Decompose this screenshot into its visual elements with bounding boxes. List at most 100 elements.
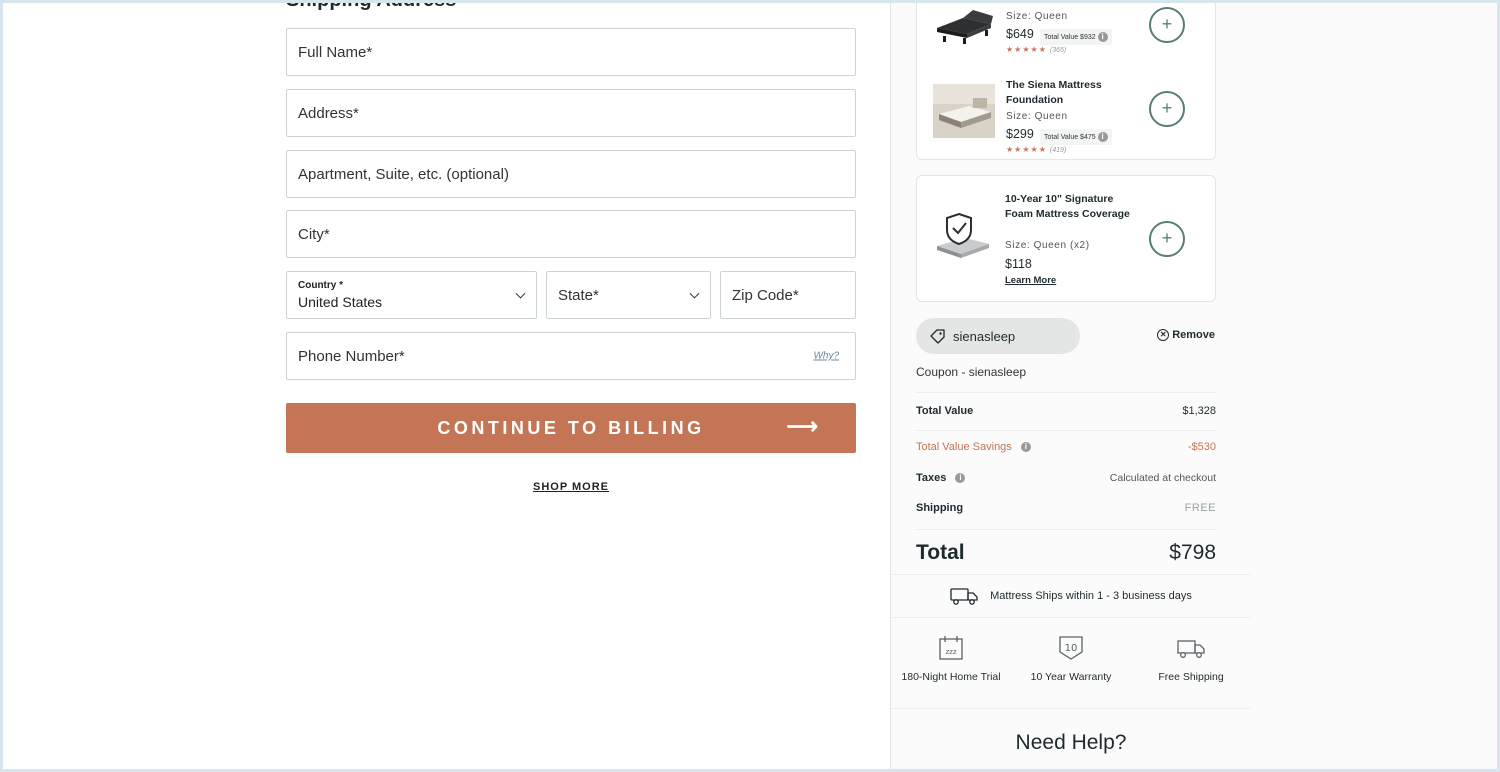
shipping-address-heading: Shipping Address [286,3,456,12]
item-price: $299 [1006,127,1034,141]
home-trial-badge: zzz 180-Night Home Trial [896,635,1006,683]
item-price: $649 [1006,27,1034,41]
taxes-value: Calculated at checkout [1109,472,1216,484]
divider [891,708,1251,709]
review-count: (419) [1049,147,1067,154]
item-rating: ★★★★★ (365) [1006,45,1066,54]
taxes-label-wrap: Taxes i [916,472,966,484]
plus-icon: + [1161,228,1173,248]
item-name: The Siena Mattress Foundation [1006,79,1102,106]
item-size: Size: Queen [1006,111,1068,122]
full-name-field[interactable]: Full Name* [286,28,856,76]
total-label: Total [916,541,965,564]
truck-icon [950,588,978,605]
svg-text:10: 10 [1065,643,1078,654]
star-rating: ★★★★★ [1006,145,1047,154]
state-select[interactable]: State* [546,271,711,319]
adjustable-base-image [933,3,995,56]
savings-row: Total Value Savings i -$530 [916,441,1216,453]
review-count: (365) [1049,47,1067,54]
coupon-code: sienasleep [953,328,1016,344]
truck-icon [1177,640,1205,658]
calendar-zzz-icon: zzz [939,636,963,660]
tag-icon [930,328,945,344]
country-select[interactable]: Country * United States [286,271,537,319]
phone-placeholder: Phone Number* [298,347,405,365]
shipping-note-text: Mattress Ships within 1 - 3 business day… [990,590,1192,602]
taxes-label: Taxes [916,472,947,484]
add-adjustable-base-button[interactable]: + [1149,7,1185,43]
checkout-window: Shipping Address Full Name* Address* Apa… [3,3,1497,769]
apartment-placeholder: Apartment, Suite, etc. (optional) [298,165,509,183]
apartment-field[interactable]: Apartment, Suite, etc. (optional) [286,150,856,198]
badge-label: 10 Year Warranty [1030,671,1112,683]
savings-label: Total Value Savings [916,441,1012,453]
info-icon[interactable]: i [1020,442,1031,453]
coverage-shield-icon [935,212,991,267]
shipping-label: Shipping [916,502,964,514]
divider [916,529,1216,530]
full-name-placeholder: Full Name* [298,43,373,61]
address-placeholder: Address* [298,104,359,122]
info-icon[interactable]: i [1097,32,1108,42]
address-field[interactable]: Address* [286,89,856,137]
total-value-label: Total Value [916,405,974,417]
continue-to-billing-button[interactable]: CONTINUE TO BILLING ⟶ [286,403,856,453]
taxes-row: Taxes i Calculated at checkout [916,472,1216,484]
shop-more-link[interactable]: SHOP MORE [533,481,609,493]
plus-icon: + [1161,14,1173,34]
total-amount: $798 [1169,541,1216,564]
city-placeholder: City* [298,225,330,243]
arrow-right-icon: ⟶ [786,413,818,439]
coverage-price: $118 [1005,257,1032,271]
item-total-value-text: Total Value $475 [1044,133,1096,141]
order-total-row: Total $798 [916,541,1216,565]
trust-badges: zzz 180-Night Home Trial 10 10 Year Warr… [891,635,1251,683]
continue-label: CONTINUE TO BILLING [437,417,705,438]
coverage-size: Size: Queen (x2) [1005,240,1090,251]
chevron-down-icon [689,288,700,299]
plus-icon: + [1161,98,1173,118]
order-summary: Size: Queen $649 Total Value $932 i ★★★★… [890,3,1497,769]
divider [916,392,1216,393]
coupon-applied-line: Coupon - sienasleep [916,365,1027,379]
state-placeholder: State* [558,286,599,304]
info-icon[interactable]: i [955,473,966,484]
coverage-name: 10-Year 10" Signature Foam Mattress Cove… [1005,193,1130,220]
need-help-heading: Need Help? [1015,731,1127,754]
divider [916,430,1216,431]
applied-coupon-pill: sienasleep [916,318,1080,354]
shop-more-row: SHOP MORE [286,481,856,493]
city-field[interactable]: City* [286,210,856,258]
zip-placeholder: Zip Code* [732,286,799,304]
shipping-row: Shipping FREE [916,502,1216,514]
total-value-row: Total Value $1,328 [916,405,1216,417]
zip-code-field[interactable]: Zip Code* [720,271,856,319]
foundation-image [933,84,995,138]
info-icon[interactable]: i [1097,132,1108,142]
learn-more-link[interactable]: Learn More [1005,275,1056,286]
item-size: Size: Queen [1006,11,1068,22]
item-total-value: Total Value $932 i [1040,29,1112,45]
phone-number-field[interactable]: Phone Number* Why? [286,332,856,380]
item-total-value: Total Value $475 i [1040,129,1112,145]
savings-amount: -$530 [1187,441,1216,453]
remove-coupon-button[interactable]: ✕ Remove [1157,329,1215,341]
coverage-card: 10-Year 10" Signature Foam Mattress Cove… [916,175,1216,302]
svg-text:zzz: zzz [945,648,956,656]
shipping-value: FREE [1184,502,1216,514]
add-foundation-button[interactable]: + [1149,91,1185,127]
chevron-down-icon [515,288,526,299]
add-coverage-button[interactable]: + [1149,221,1185,257]
free-shipping-badge: Free Shipping [1136,635,1246,683]
item-total-value-text: Total Value $932 [1044,33,1096,41]
warranty-shield-icon: 10 [1059,636,1083,660]
country-label: Country * [298,280,343,291]
remove-label: Remove [1172,329,1215,341]
badge-label: Free Shipping [1158,671,1224,683]
warranty-badge: 10 10 Year Warranty [1016,635,1126,683]
upsell-card: Size: Queen $649 Total Value $932 i ★★★★… [916,3,1216,160]
country-value: United States [298,294,383,310]
phone-why-link[interactable]: Why? [813,351,839,362]
savings-label-wrap: Total Value Savings i [916,441,1031,453]
